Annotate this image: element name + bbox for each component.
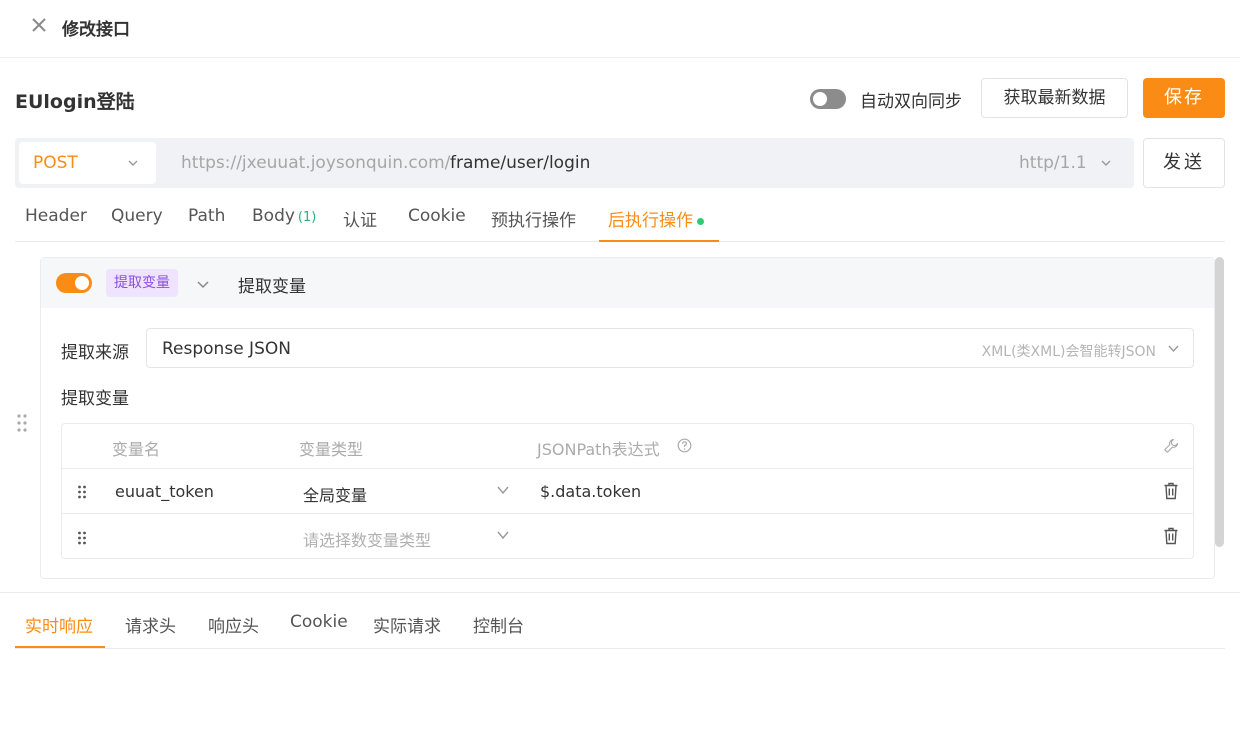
chevron-down-icon <box>1168 345 1179 353</box>
api-name[interactable]: EUlogin登陆 <box>15 87 135 114</box>
drag-handle-icon[interactable] <box>15 413 29 433</box>
col-header-expr: JSONPath表达式 <box>537 440 660 459</box>
op-name[interactable]: 提取变量 <box>238 272 306 297</box>
auto-sync-toggle[interactable] <box>810 89 846 109</box>
request-tabs: Header Query Path Body (1) 认证 Cookie 预执行操… <box>15 197 1225 242</box>
tab-response-headers[interactable]: 响应头 <box>208 612 259 637</box>
trash-icon[interactable] <box>1163 527 1179 545</box>
source-select[interactable]: Response JSON XML(类XML)会智能转JSON <box>146 328 1194 368</box>
tab-auth[interactable]: 认证 <box>343 206 377 231</box>
tab-request-headers[interactable]: 请求头 <box>125 612 176 637</box>
active-tab-indicator <box>15 646 105 648</box>
method-value: POST <box>33 153 78 173</box>
var-name-input[interactable]: euuat_token <box>115 482 214 501</box>
source-hint: XML(类XML)会智能转JSON <box>981 344 1156 360</box>
http-version-select[interactable]: http/1.1 <box>1019 153 1087 173</box>
tab-actual-request[interactable]: 实际请求 <box>373 612 441 637</box>
path-input[interactable]: frame/user/login <box>450 153 590 173</box>
chevron-down-icon <box>1101 160 1111 166</box>
help-icon[interactable] <box>677 438 692 453</box>
tab-path[interactable]: Path <box>188 206 225 226</box>
jsonpath-input[interactable]: $.data.token <box>540 482 641 501</box>
row-drag-handle-icon[interactable] <box>77 531 87 545</box>
source-label: 提取来源 <box>61 343 129 363</box>
trash-icon[interactable] <box>1163 482 1179 500</box>
close-icon[interactable] <box>28 14 50 36</box>
fetch-latest-button[interactable]: 获取最新数据 <box>981 78 1128 118</box>
source-value: Response JSON <box>162 339 291 359</box>
base-url: https://jxeuuat.joysonquin.com/ <box>181 153 451 173</box>
post-op-enable-toggle[interactable] <box>56 273 92 293</box>
tab-cookie[interactable]: Cookie <box>290 612 348 632</box>
chevron-down-icon <box>497 486 509 495</box>
tab-header[interactable]: Header <box>25 206 87 226</box>
status-dot <box>697 217 704 225</box>
tab-body-label: Body <box>252 206 295 226</box>
vars-label: 提取变量 <box>61 389 129 409</box>
section-divider <box>0 592 1240 593</box>
tab-realtime-response[interactable]: 实时响应 <box>25 612 93 637</box>
wrench-icon[interactable] <box>1163 438 1179 454</box>
method-select[interactable]: POST <box>19 142 156 184</box>
active-tab-indicator <box>599 240 719 242</box>
scrollbar[interactable] <box>1215 257 1224 547</box>
col-header-type: 变量类型 <box>299 440 364 459</box>
response-tabs: 实时响应 请求头 响应头 Cookie 实际请求 控制台 <box>15 603 1225 649</box>
chevron-down-icon[interactable] <box>196 277 210 291</box>
body-count-badge: (1) <box>297 210 317 225</box>
send-button[interactable]: 发送 <box>1143 138 1225 188</box>
var-type-select[interactable]: 全局变量 <box>303 482 367 506</box>
row-drag-handle-icon[interactable] <box>77 485 87 499</box>
tab-post-ops[interactable]: 后执行操作 <box>608 206 704 231</box>
chevron-down-icon <box>497 531 509 540</box>
post-op-card-header <box>41 258 1214 308</box>
save-button[interactable]: 保存 <box>1143 78 1225 118</box>
tab-pre-ops[interactable]: 预执行操作 <box>491 206 576 231</box>
tab-body[interactable]: Body (1) <box>252 206 316 226</box>
tab-cookie[interactable]: Cookie <box>408 206 466 226</box>
auto-sync-label: 自动双向同步 <box>860 92 962 112</box>
col-header-name: 变量名 <box>112 440 161 459</box>
row-divider <box>62 468 1193 469</box>
dialog-title: 修改接口 <box>62 20 130 40</box>
op-type-badge: 提取变量 <box>106 269 178 297</box>
var-type-select[interactable]: 请选择数变量类型 <box>303 527 431 551</box>
chevron-down-icon <box>128 160 138 166</box>
row-divider <box>62 513 1193 514</box>
tab-post-ops-label: 后执行操作 <box>608 211 693 231</box>
tab-console[interactable]: 控制台 <box>473 612 524 637</box>
dialog-title-bar <box>0 0 1240 58</box>
tab-query[interactable]: Query <box>111 206 163 226</box>
